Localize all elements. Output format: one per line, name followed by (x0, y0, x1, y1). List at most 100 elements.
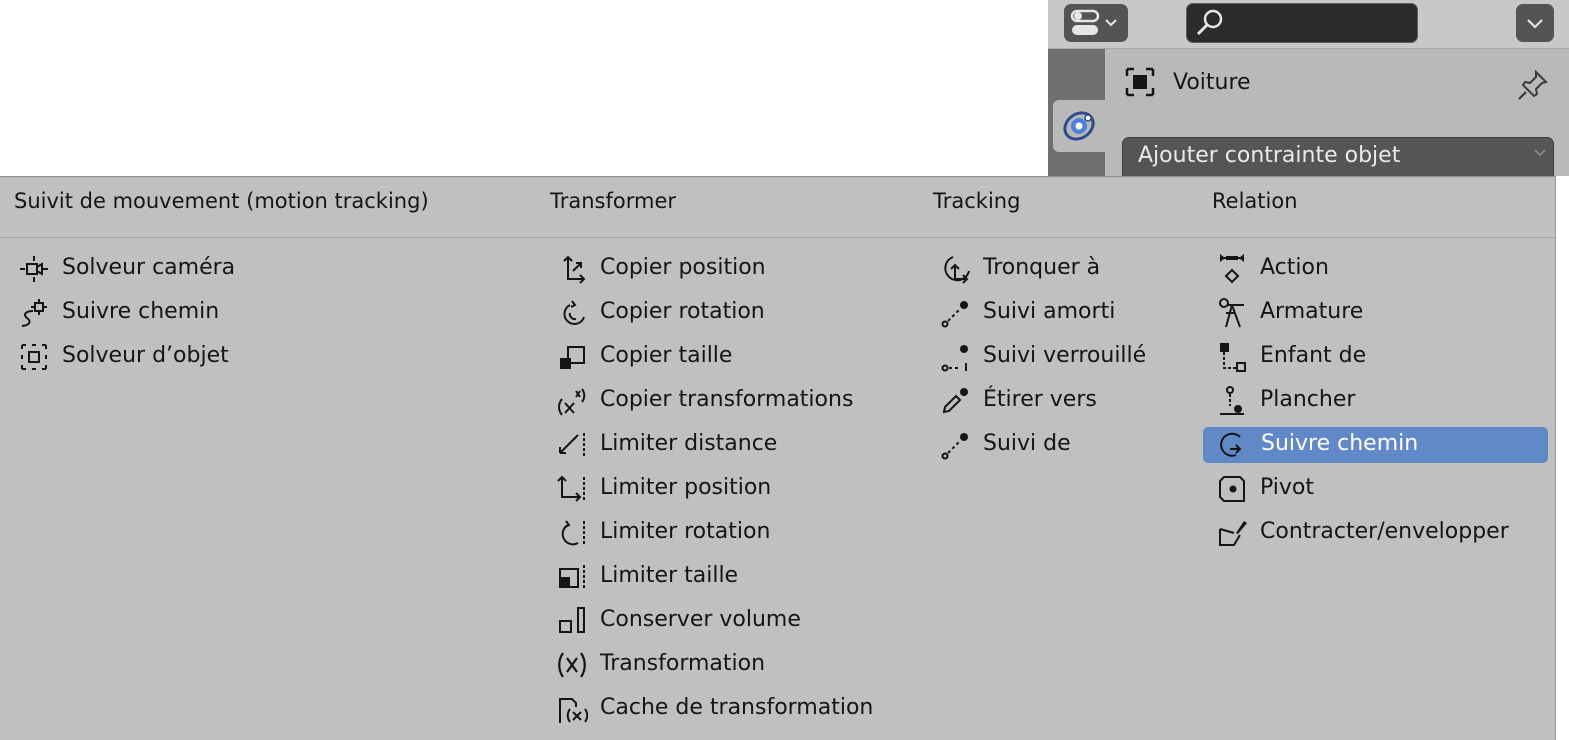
menu-item-label: Enfant de (1260, 343, 1367, 368)
object-name: Voiture (1173, 70, 1251, 95)
menu-item-limit-rotation[interactable]: Limiter rotation (554, 515, 914, 551)
object-constraint-icon (1063, 111, 1095, 141)
menu-item-follow-path[interactable]: Suivre chemin (1203, 427, 1548, 463)
properties-editor-icon (1070, 9, 1117, 35)
armature-icon (1219, 298, 1244, 328)
menu-item-maintain-volume[interactable]: Conserver volume (554, 603, 914, 639)
shrinkwrap-icon (1219, 521, 1247, 546)
column-title-transform: Transformer (550, 189, 677, 213)
limit-distance-icon (559, 433, 585, 457)
limit-scale-icon (559, 565, 585, 589)
menu-item-label: Suivre chemin (1261, 431, 1419, 456)
menu-item-label: Transformation (600, 651, 766, 676)
limit-location-icon (557, 475, 585, 502)
limit-rotation-icon (561, 520, 585, 546)
copy-transforms-icon (558, 388, 586, 416)
add-constraint-menu: Suivit de mouvement (motion tracking) Tr… (0, 176, 1556, 740)
clamp-to-icon (944, 256, 970, 284)
menu-item-transform-cache[interactable]: Cache de transformation (554, 691, 914, 727)
menu-item-label: Étirer vers (983, 387, 1097, 412)
menu-item-clamp-to[interactable]: Tronquer à (937, 251, 1187, 287)
column-title-motion-tracking: Suivit de mouvement (motion tracking) (14, 189, 429, 213)
options-button[interactable] (1516, 4, 1554, 42)
menu-item-transformation[interactable]: Transformation (554, 647, 914, 683)
menu-item-label: Plancher (1260, 387, 1356, 412)
menu-item-label: Suivi de (983, 431, 1071, 456)
damped-track-icon (941, 301, 968, 328)
object-icon (1125, 67, 1155, 97)
search-input[interactable] (1186, 3, 1418, 43)
chevron-down-icon (1534, 149, 1546, 157)
child-of-icon (1220, 343, 1246, 372)
menu-item-limit-scale[interactable]: Limiter taille (554, 559, 914, 595)
properties-tab-strip (1048, 49, 1105, 176)
menu-item-label: Copier transformations (600, 387, 854, 412)
track-to-icon (941, 433, 968, 460)
menu-item-label: Limiter taille (600, 563, 739, 588)
transform-cache-icon (559, 698, 588, 723)
menu-item-copy-rotation[interactable]: Copier rotation (554, 295, 914, 331)
menu-item-label: Suivre chemin (62, 299, 220, 324)
camera-solver-icon (20, 256, 48, 282)
menu-item-copy-transforms[interactable]: Copier transformations (554, 383, 914, 419)
menu-item-label: Solveur d’objet (62, 343, 229, 368)
menu-item-floor[interactable]: Plancher (1214, 383, 1548, 419)
menu-item-label: Copier position (600, 255, 766, 280)
pivot-icon (1219, 476, 1245, 502)
pin-icon[interactable] (1516, 68, 1550, 102)
menu-item-label: Armature (1260, 299, 1364, 324)
column-title-tracking: Tracking (933, 189, 1021, 213)
follow-path-icon (1220, 432, 1242, 457)
add-constraint-label: Ajouter contrainte objet (1138, 143, 1401, 168)
menu-item-label: Contracter/envelopper (1260, 519, 1509, 544)
menu-item-label: Copier rotation (600, 299, 765, 324)
menu-item-label: Copier taille (600, 343, 733, 368)
menu-item-label: Limiter distance (600, 431, 778, 456)
menu-item-label: Pivot (1260, 475, 1315, 500)
editor-type-button[interactable] (1064, 4, 1128, 42)
menu-item-label: Action (1260, 255, 1329, 280)
maintain-volume-icon (559, 607, 585, 633)
transformation-icon (558, 652, 586, 678)
menu-item-track-to[interactable]: Suivi de (937, 427, 1187, 463)
menu-item-action[interactable]: Action (1214, 251, 1548, 287)
menu-item-follow-track[interactable]: Suivre chemin (16, 295, 516, 331)
action-icon (1220, 254, 1244, 284)
menu-divider (0, 237, 1555, 238)
copy-scale-icon (560, 346, 585, 369)
object-solver-icon (21, 344, 47, 370)
properties-header (1048, 0, 1569, 49)
menu-item-armature[interactable]: Armature (1214, 295, 1548, 331)
menu-item-copy-scale[interactable]: Copier taille (554, 339, 914, 375)
tab-object-constraints[interactable] (1053, 100, 1105, 152)
properties-editor: Voiture Ajouter contrainte objet (1048, 0, 1569, 176)
menu-item-limit-location[interactable]: Limiter position (554, 471, 914, 507)
menu-item-label: Suivi verrouillé (983, 343, 1147, 368)
menu-item-camera-solver[interactable]: Solveur caméra (16, 251, 516, 287)
menu-item-locked-track[interactable]: Suivi verrouillé (937, 339, 1187, 375)
menu-item-copy-location[interactable]: Copier position (554, 251, 914, 287)
menu-item-stretch-to[interactable]: Étirer vers (937, 383, 1187, 419)
floor-icon (1220, 386, 1244, 415)
menu-item-label: Solveur caméra (62, 255, 236, 280)
menu-item-pivot[interactable]: Pivot (1214, 471, 1548, 507)
add-constraint-dropdown[interactable]: Ajouter contrainte objet (1122, 137, 1554, 176)
locked-track-icon (941, 345, 968, 372)
menu-item-child-of[interactable]: Enfant de (1214, 339, 1548, 375)
copy-rotation-icon (563, 300, 585, 325)
menu-item-limit-distance[interactable]: Limiter distance (554, 427, 914, 463)
follow-track-icon (21, 299, 47, 327)
copy-location-icon (563, 255, 586, 284)
chevron-down-icon (1527, 19, 1543, 29)
stretch-to-icon (942, 388, 968, 414)
menu-item-label: Conserver volume (600, 607, 801, 632)
menu-item-label: Tronquer à (983, 255, 1101, 280)
menu-item-object-solver[interactable]: Solveur d’objet (16, 339, 516, 375)
menu-item-label: Cache de transformation (600, 695, 874, 720)
column-title-relationship: Relation (1212, 189, 1298, 213)
menu-item-shrinkwrap[interactable]: Contracter/envelopper (1214, 515, 1548, 551)
menu-item-damped-track[interactable]: Suivi amorti (937, 295, 1187, 331)
search-icon (1196, 9, 1223, 36)
menu-item-label: Limiter rotation (600, 519, 771, 544)
menu-item-label: Limiter position (600, 475, 772, 500)
